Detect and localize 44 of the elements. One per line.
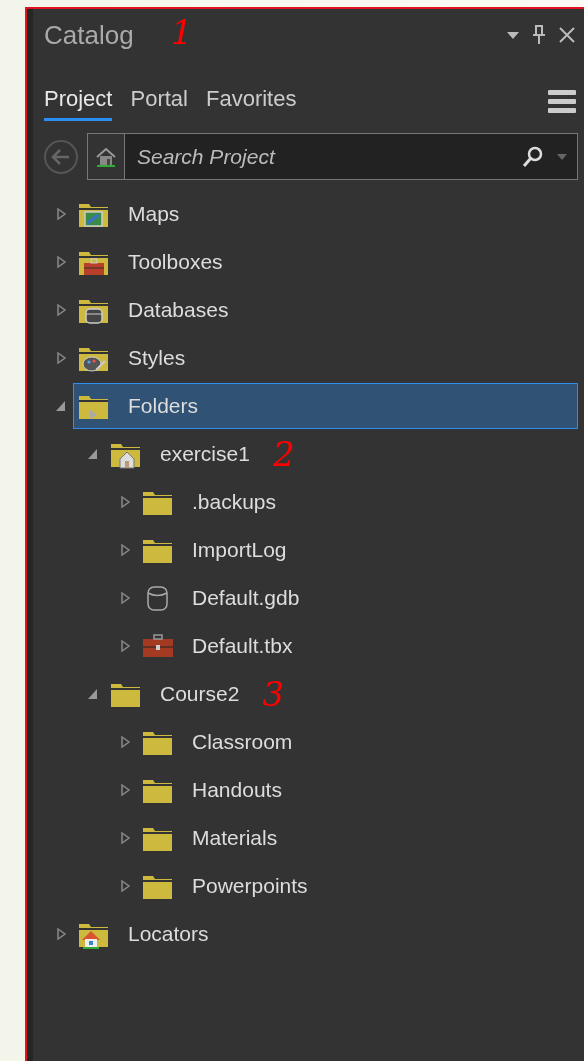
- tree-item[interactable]: Locators: [73, 911, 214, 957]
- tree-item[interactable]: .backups: [137, 479, 282, 525]
- expand-toggle-icon[interactable]: [55, 303, 67, 317]
- tab[interactable]: Favorites: [205, 81, 297, 121]
- expand-toggle-icon[interactable]: [119, 591, 131, 605]
- tree-item[interactable]: Classroom: [137, 719, 298, 765]
- menu-icon[interactable]: [548, 89, 576, 113]
- expand-toggle-icon[interactable]: [119, 543, 131, 557]
- tab[interactable]: Portal: [130, 81, 188, 121]
- close-icon[interactable]: [558, 26, 576, 44]
- handwritten-mark: 1: [171, 15, 193, 49]
- pane-title: Catalog: [44, 19, 134, 51]
- handwritten-mark: 2: [272, 437, 295, 471]
- tree-item[interactable]: Powerpoints: [137, 863, 313, 909]
- expand-toggle-icon[interactable]: [119, 831, 131, 845]
- expand-toggle-icon[interactable]: [119, 879, 131, 893]
- expand-toggle-icon[interactable]: [119, 639, 131, 653]
- expand-toggle-icon[interactable]: [55, 207, 67, 221]
- tree-item[interactable]: Toolboxes: [73, 239, 228, 285]
- expand-toggle-icon[interactable]: [119, 783, 131, 797]
- tree-item[interactable]: exercise1: [105, 431, 255, 477]
- tree-item[interactable]: Databases: [73, 287, 234, 333]
- tree-item[interactable]: Materials: [137, 815, 283, 861]
- tree-item[interactable]: ImportLog: [137, 527, 292, 573]
- expand-toggle-icon[interactable]: [87, 447, 99, 461]
- tree-item[interactable]: Styles: [73, 335, 191, 381]
- tree-item[interactable]: Maps: [73, 191, 185, 237]
- tree-item[interactable]: Handouts: [137, 767, 287, 813]
- expand-toggle-icon[interactable]: [55, 255, 67, 269]
- tree-item[interactable]: Default.gdb: [137, 575, 305, 621]
- pin-icon[interactable]: [532, 25, 546, 45]
- dropdown-icon[interactable]: [506, 30, 520, 40]
- expand-toggle-icon[interactable]: [87, 687, 99, 701]
- tree-item[interactable]: Folders: [73, 383, 578, 429]
- expand-toggle-icon[interactable]: [119, 495, 131, 509]
- tree-item[interactable]: Course2: [105, 671, 245, 717]
- expand-toggle-icon[interactable]: [119, 735, 131, 749]
- tree-item[interactable]: Default.tbx: [137, 623, 298, 669]
- expand-toggle-icon[interactable]: [55, 927, 67, 941]
- expand-toggle-icon[interactable]: [55, 351, 67, 365]
- handwritten-mark: 3: [262, 677, 285, 711]
- expand-toggle-icon[interactable]: [55, 399, 67, 413]
- tab[interactable]: Project: [44, 81, 113, 121]
- back-icon[interactable]: [43, 138, 79, 175]
